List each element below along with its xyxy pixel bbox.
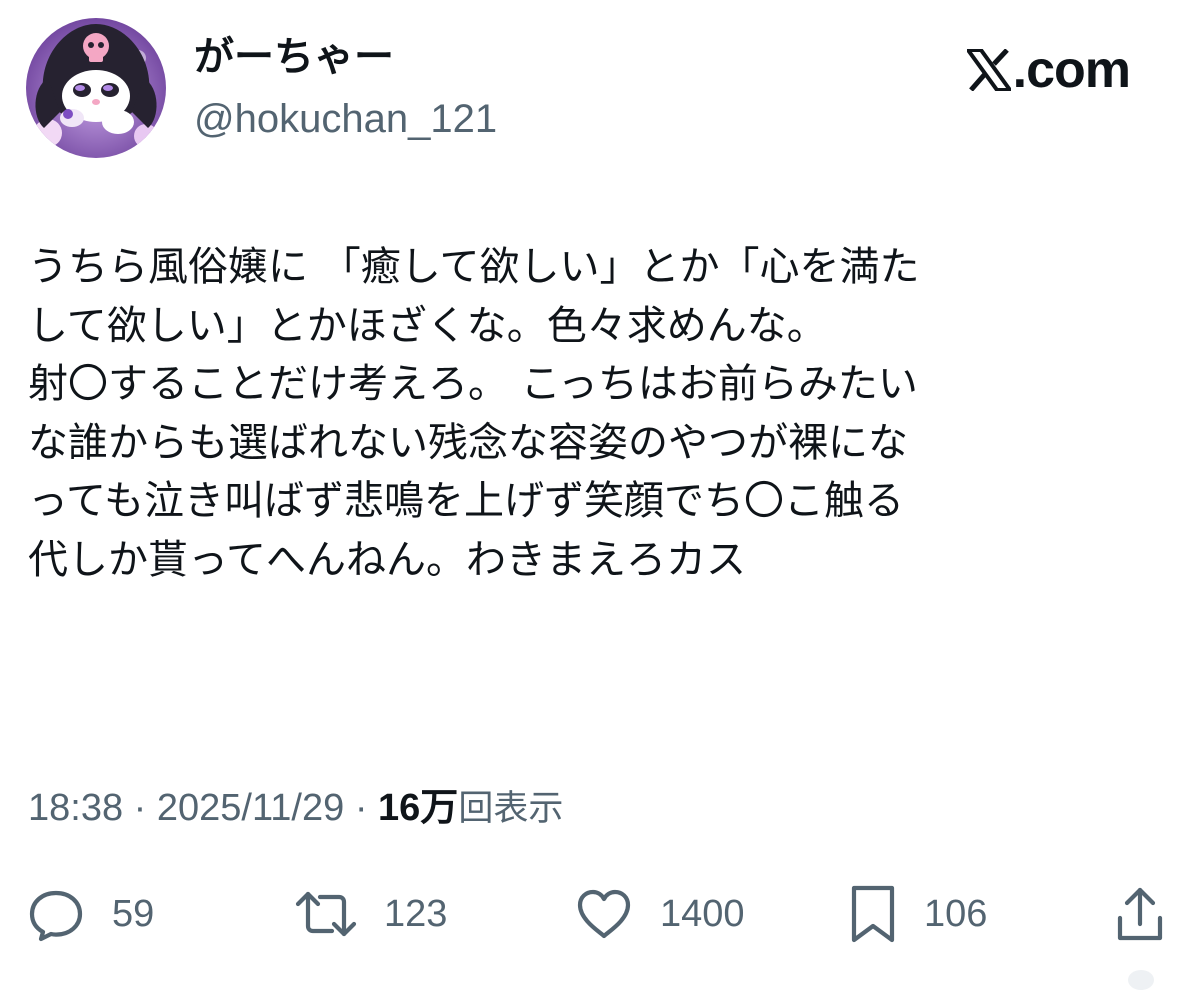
bookmark-icon bbox=[851, 885, 895, 943]
like-count: 1400 bbox=[660, 892, 745, 935]
x-logo-icon bbox=[966, 49, 1011, 91]
tweet-header: がーちゃー @hokuchan_121 .com bbox=[26, 18, 1176, 158]
share-button[interactable] bbox=[1114, 878, 1166, 950]
retweet-count: 123 bbox=[384, 892, 448, 935]
tweet-text-line: 射〇することだけ考えろ。 こっちはお前らみたい bbox=[28, 361, 918, 407]
tweet-text: うちら風俗嬢に 「癒して欲しい」とか「心を満た して欲しい」とかほざくな。色々求… bbox=[28, 238, 1178, 589]
tweet-time[interactable]: 18:38 bbox=[28, 787, 123, 829]
user-handle[interactable]: @hokuchan_121 bbox=[194, 94, 497, 144]
views-count[interactable]: 16万 bbox=[378, 787, 458, 829]
reply-button[interactable]: 59 bbox=[26, 878, 154, 950]
reply-count: 59 bbox=[112, 892, 155, 935]
share-icon bbox=[1117, 887, 1163, 941]
views-label: 回表示 bbox=[458, 789, 564, 829]
tweet-text-line: 代しか貰ってへんねん。わきまえろカス bbox=[28, 536, 746, 583]
avatar[interactable] bbox=[26, 18, 166, 158]
tweet-text-line: っても泣き叫ばず悲鳴を上げず笑顔でち〇こ触る bbox=[28, 478, 904, 524]
like-button[interactable]: 1400 bbox=[574, 878, 745, 950]
site-label: .com bbox=[1012, 41, 1131, 99]
partial-overlay-element bbox=[1128, 970, 1154, 990]
heart-icon bbox=[577, 889, 631, 939]
tweet-actions: 59 123 1400 106 bbox=[26, 878, 1176, 950]
tweet-meta: 18:38 · 2025/11/29 · 16万回表示 bbox=[28, 784, 563, 833]
display-name[interactable]: がーちゃー bbox=[194, 32, 497, 82]
x-brand-logo: .com bbox=[966, 40, 1131, 100]
tweet-text-line: な誰からも選ばれない残念な容姿のやつが裸にな bbox=[28, 419, 908, 466]
retweet-icon bbox=[295, 891, 357, 937]
bookmark-button[interactable]: 106 bbox=[848, 878, 987, 950]
tweet-text-line: して欲しい」とかほざくな。色々求めんな。 bbox=[28, 302, 827, 349]
reply-icon bbox=[29, 890, 83, 942]
meta-separator: · bbox=[354, 787, 368, 829]
tweet-text-line: うちら風俗嬢に 「癒して欲しい」とか「心を満た bbox=[28, 244, 920, 290]
user-names: がーちゃー @hokuchan_121 bbox=[194, 32, 497, 144]
retweet-button[interactable]: 123 bbox=[294, 878, 447, 950]
tweet-date[interactable]: 2025/11/29 bbox=[157, 787, 344, 829]
kuromi-avatar-icon bbox=[26, 18, 166, 158]
bookmark-count: 106 bbox=[924, 892, 988, 935]
meta-separator: · bbox=[133, 787, 147, 829]
